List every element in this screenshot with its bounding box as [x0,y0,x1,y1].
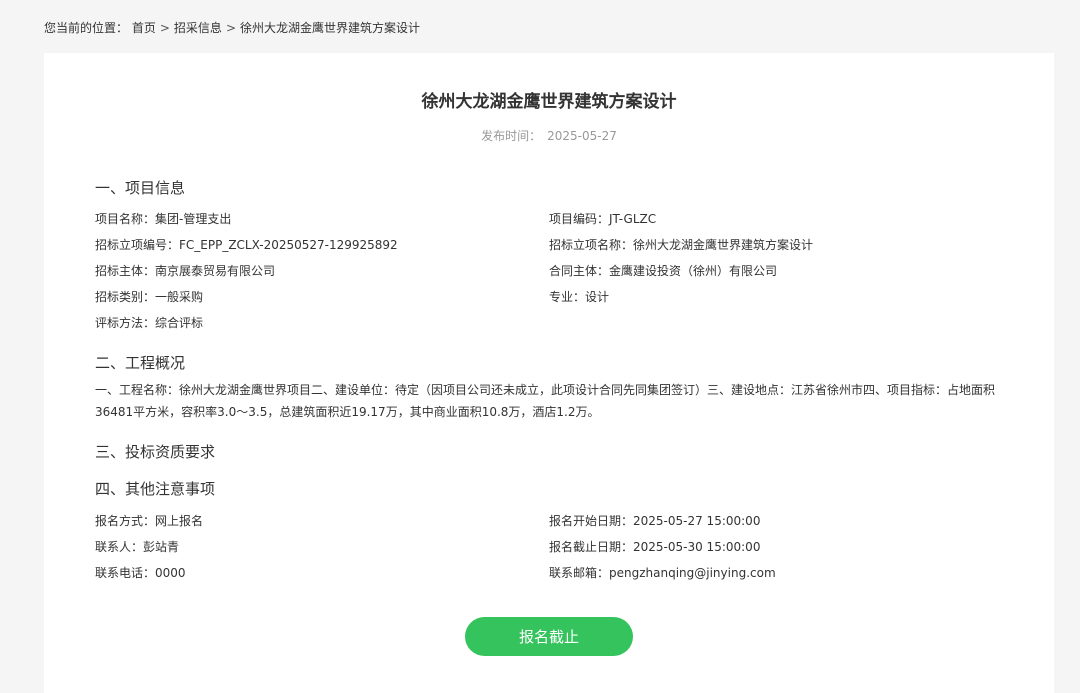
field-contract-subject: 合同主体：金鹰建设投资（徐州）有限公司 [549,264,778,278]
field-evaluation-method: 评标方法：综合评标 [95,316,204,330]
publish-time-label: 发布时间： [481,129,542,143]
section-title-overview: 二、工程概况 [95,354,186,372]
field-tender-no: 招标立项编号：FC_EPP_ZCLX-20250527-129925892 [95,238,398,252]
page-title: 徐州大龙湖金鹰世界建筑方案设计 [421,92,677,112]
breadcrumb-procurement[interactable]: 招采信息 [174,21,222,35]
breadcrumb-separator: > [159,21,170,35]
content-card: 徐州大龙湖金鹰世界建筑方案设计 发布时间： 2025-05-27 一、项目信息 项… [44,53,1054,693]
breadcrumb: 您当前的位置： 首页 > 招采信息 > 徐州大龙湖金鹰世界建筑方案设计 [44,19,420,36]
overview-text: 一、工程名称：徐州大龙湖金鹰世界项目二、建设单位：待定（因项目公司还未成立，此项… [95,383,996,419]
field-phone: 联系电话：0000 [95,566,186,580]
field-tender-name: 招标立项名称：徐州大龙湖金鹰世界建筑方案设计 [549,238,814,252]
field-signup-end: 报名截止日期：2025-05-30 15:00:00 [549,540,761,554]
section-title-qualification: 三、投标资质要求 [95,443,216,461]
field-email: 联系邮箱：pengzhanqing@jinying.com [549,566,776,580]
signup-button[interactable]: 报名截止 [465,617,633,656]
field-signup-start: 报名开始日期：2025-05-27 15:00:00 [549,514,761,528]
breadcrumb-home[interactable]: 首页 [132,21,156,35]
publish-time: 发布时间： 2025-05-27 [44,127,1054,144]
publish-time-value: 2025-05-27 [547,129,617,143]
field-signup-method: 报名方式：网上报名 [95,514,204,528]
breadcrumb-prefix: 您当前的位置： [44,21,129,35]
field-project-code: 项目编码：JT-GLZC [549,212,657,226]
section-title-notes: 四、其他注意事项 [95,480,216,498]
field-project-name: 项目名称：集团-管理支出 [95,212,232,226]
field-tender-category: 招标类别：一般采购 [95,290,204,304]
breadcrumb-separator: > [225,21,236,35]
field-tender-subject: 招标主体：南京展泰贸易有限公司 [95,264,276,278]
section-title-project-info: 一、项目信息 [95,179,186,197]
field-contact: 联系人：彭站青 [95,540,180,554]
breadcrumb-current: 徐州大龙湖金鹰世界建筑方案设计 [240,21,421,35]
field-specialty: 专业：设计 [549,290,610,304]
